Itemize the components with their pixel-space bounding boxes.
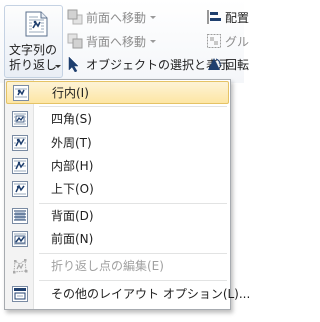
wrap-text-button[interactable]: 文字列の 折り返し: [4, 5, 63, 78]
menu-item-more-layout-options[interactable]: その他のレイアウト オプション(L)...: [6, 283, 250, 306]
menu-item-label: その他のレイアウト オプション(L)...: [51, 287, 251, 301]
menu-separator: [39, 280, 227, 281]
align-button[interactable]: 配置: [206, 7, 249, 27]
ribbon-arrange-group: 文字列の 折り返し 前面へ移動 背面へ移動 オブジェクトの選択と表示 配置 グル…: [0, 0, 249, 83]
rotate-button[interactable]: 回転: [206, 54, 249, 74]
wrap-tight-icon: [12, 135, 28, 151]
send-backward-icon: [67, 33, 83, 49]
wrap-through-icon: [12, 158, 28, 174]
menu-item-tight[interactable]: 外周(T): [6, 132, 229, 155]
wrap-text-menu: 行内(I) 四角(S) 外周(T) 内部(H) 上下(O) 背面(D) 前面(N…: [4, 79, 250, 310]
group-button[interactable]: グル: [206, 31, 249, 51]
menu-item-in-front-of-text[interactable]: 前面(N): [6, 228, 229, 251]
menu-item-square[interactable]: 四角(S): [6, 108, 229, 131]
menu-item-label: 外周(T): [51, 136, 92, 150]
text-wrap-icon: [25, 11, 48, 37]
menu-item-through[interactable]: 内部(H): [6, 155, 229, 178]
align-icon: [207, 10, 221, 24]
menu-item-label: 行内(I): [52, 86, 89, 100]
menu-item-label: 内部(H): [51, 159, 94, 173]
menu-item-inline[interactable]: 行内(I): [6, 81, 229, 104]
menu-separator: [39, 253, 227, 254]
wrap-square-icon: [12, 111, 28, 127]
menu-item-label: 折り返し点の編集(E): [51, 259, 164, 273]
menu-separator: [39, 203, 227, 204]
align-label: 配置: [225, 10, 250, 25]
chevron-down-icon: [55, 65, 61, 68]
group-icon: [207, 34, 221, 48]
behind-text-icon: [12, 208, 28, 224]
rotate-label: 回転: [225, 57, 250, 72]
send-backward-button[interactable]: 背面へ移動: [67, 31, 157, 51]
wrap-top-bottom-icon: [12, 181, 28, 197]
chevron-down-icon: [150, 15, 157, 19]
wrap-inline-icon: [13, 85, 29, 101]
menu-item-edit-wrap-points[interactable]: 折り返し点の編集(E): [6, 255, 229, 278]
menu-item-label: 四角(S): [51, 112, 92, 126]
menu-separator: [39, 106, 227, 107]
edit-wrap-points-icon: [13, 259, 28, 274]
send-backward-label: 背面へ移動: [86, 34, 147, 49]
wrap-text-label-line1: 文字列の: [9, 43, 58, 57]
bring-forward-label: 前面へ移動: [86, 10, 147, 25]
menu-item-behind-text[interactable]: 背面(D): [6, 205, 229, 228]
menu-item-label: 背面(D): [51, 209, 94, 223]
group-label: グル: [225, 34, 250, 49]
bring-forward-button[interactable]: 前面へ移動: [67, 7, 157, 27]
menu-item-top-bottom[interactable]: 上下(O): [6, 178, 229, 201]
chevron-down-icon: [150, 39, 157, 43]
selection-pane-icon: [68, 56, 79, 72]
in-front-of-text-icon: [12, 231, 28, 247]
menu-item-label: 前面(N): [51, 232, 94, 246]
bring-forward-icon: [67, 9, 83, 25]
more-layout-options-icon: [12, 286, 28, 302]
menu-item-label: 上下(O): [51, 182, 94, 196]
rotate-icon: [208, 58, 221, 70]
